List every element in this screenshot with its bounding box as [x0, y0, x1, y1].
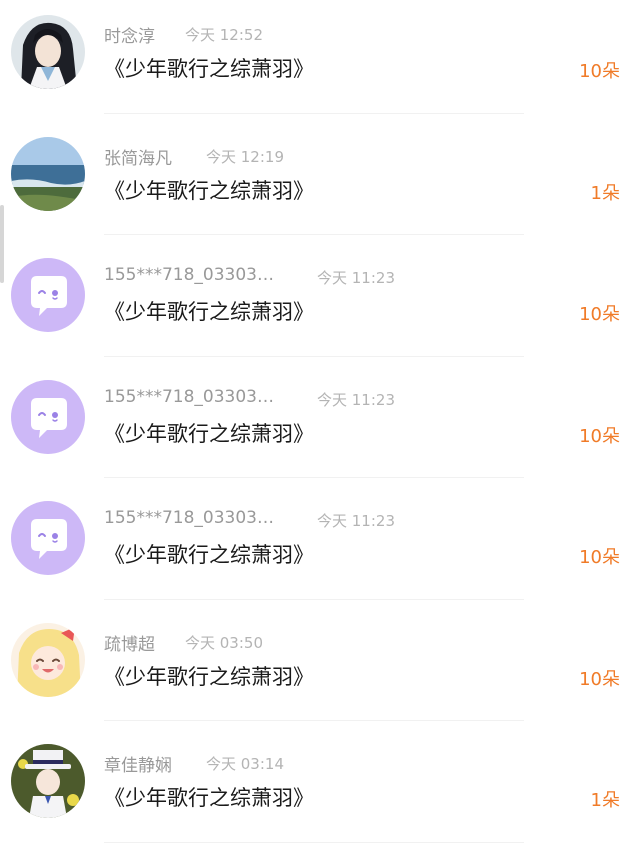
list-item[interactable]: 155***718_03303… 今天 11:23 《少年歌行之综萧羽》 10朵 — [0, 243, 640, 365]
work-title: 《少年歌行之综萧羽》 — [104, 786, 314, 810]
divider — [104, 720, 524, 721]
gift-count: 1朵 — [590, 790, 620, 811]
list-item[interactable]: 章佳静娴 今天 03:14 《少年歌行之综萧羽》 1朵 — [0, 729, 640, 851]
timestamp: 今天 11:23 — [317, 512, 395, 530]
anime-magician-avatar-icon — [11, 744, 85, 818]
gift-record-list: 时念淳 今天 12:52 《少年歌行之综萧羽》 10朵 张简海凡 今天 12:1… — [0, 0, 640, 851]
timestamp: 今天 11:23 — [317, 390, 395, 409]
work-title: 《少年歌行之综萧羽》 — [104, 664, 314, 689]
divider — [104, 112, 524, 114]
divider — [104, 355, 524, 357]
avatar[interactable] — [11, 744, 85, 818]
work-title: 《少年歌行之综萧羽》 — [104, 178, 314, 203]
divider — [104, 598, 524, 600]
work-title: 《少年歌行之综萧羽》 — [104, 300, 314, 324]
user-name: 章佳静娴 — [104, 756, 172, 776]
avatar[interactable] — [11, 136, 85, 211]
timestamp: 今天 11:23 — [317, 269, 395, 287]
chat-bubble-icon — [11, 258, 85, 332]
work-title: 《少年歌行之综萧羽》 — [104, 57, 314, 81]
work-title: 《少年歌行之综萧羽》 — [104, 421, 314, 446]
user-name: 时念淳 — [104, 27, 155, 47]
list-item[interactable]: 155***718_03303… 今天 11:23 《少年歌行之综萧羽》 10朵 — [0, 365, 640, 487]
gift-count: 10朵 — [579, 304, 620, 325]
list-item[interactable]: 155***718_03303… 今天 11:23 《少年歌行之综萧羽》 10朵 — [0, 486, 640, 608]
user-name: 疏博超 — [104, 634, 155, 655]
chat-bubble-icon — [11, 379, 85, 454]
divider — [104, 234, 524, 235]
list-item[interactable]: 张简海凡 今天 12:19 《少年歌行之综萧羽》 1朵 — [0, 122, 640, 244]
user-name: 155***718_03303… — [104, 508, 274, 528]
gift-count: 10朵 — [579, 547, 620, 568]
seaside-photo-avatar-icon — [11, 136, 85, 211]
gift-count: 1朵 — [590, 182, 620, 204]
avatar[interactable] — [11, 258, 85, 332]
gift-count: 10朵 — [579, 425, 620, 447]
gift-count: 10朵 — [579, 61, 620, 82]
user-name: 155***718_03303… — [104, 265, 274, 285]
list-item[interactable]: 疏博超 今天 03:50 《少年歌行之综萧羽》 10朵 — [0, 608, 640, 730]
avatar[interactable] — [11, 15, 85, 89]
timestamp: 今天 03:50 — [185, 633, 263, 652]
gift-count: 10朵 — [579, 668, 620, 690]
timestamp: 今天 03:14 — [206, 755, 284, 773]
user-name: 155***718_03303… — [104, 386, 274, 407]
avatar[interactable] — [11, 622, 85, 697]
anime-girl-avatar-icon — [11, 622, 85, 697]
timestamp: 今天 12:52 — [185, 26, 263, 44]
avatar[interactable] — [11, 379, 85, 454]
anime-character-avatar-icon — [11, 15, 85, 89]
timestamp: 今天 12:19 — [206, 147, 284, 166]
work-title: 《少年歌行之综萧羽》 — [104, 543, 314, 567]
list-item[interactable]: 时念淳 今天 12:52 《少年歌行之综萧羽》 10朵 — [0, 0, 640, 122]
user-name: 张简海凡 — [104, 148, 172, 169]
avatar[interactable] — [11, 501, 85, 575]
chat-bubble-icon — [11, 501, 85, 575]
divider — [104, 477, 524, 478]
divider — [104, 841, 524, 843]
